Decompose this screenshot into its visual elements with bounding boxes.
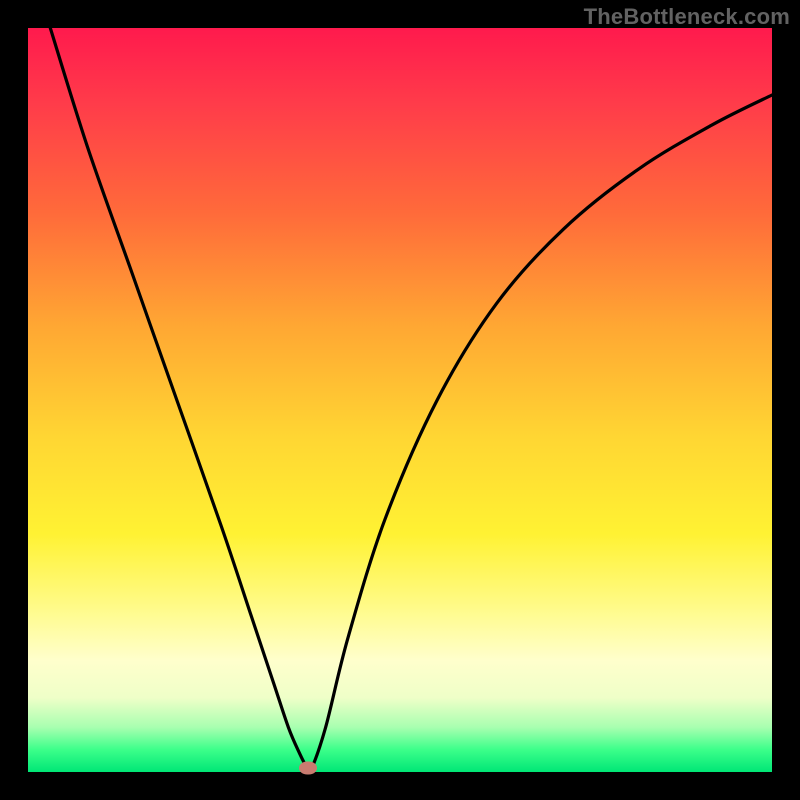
watermark-text: TheBottleneck.com: [584, 4, 790, 30]
black-frame: TheBottleneck.com: [0, 0, 800, 800]
chart-plot-area: [28, 28, 772, 772]
bottleneck-curve: [28, 28, 772, 772]
optimal-point-marker: [299, 761, 317, 774]
